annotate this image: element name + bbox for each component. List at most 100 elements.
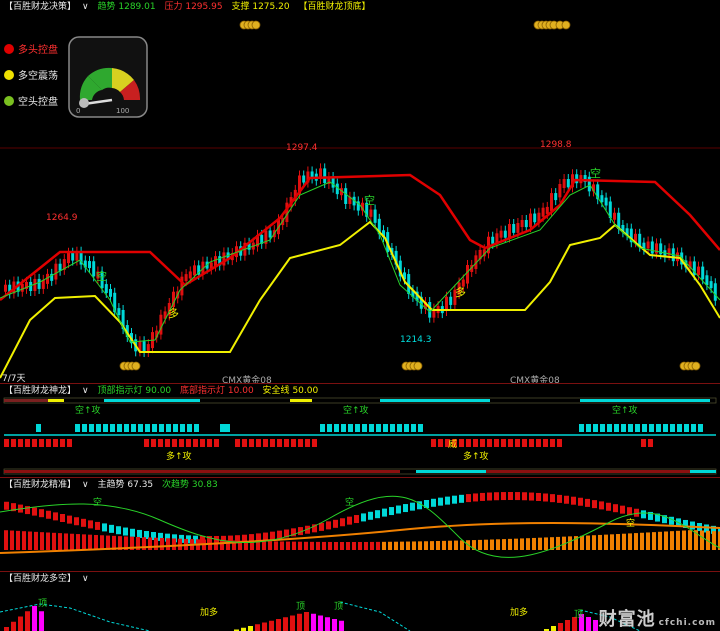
dk-bar <box>25 611 30 631</box>
trend-block <box>522 492 527 501</box>
volume-bar <box>340 541 344 550</box>
candle-body <box>503 230 507 238</box>
candle-body <box>491 236 495 244</box>
cyan-block <box>145 424 150 432</box>
price-label-high1: 1264.9 <box>46 213 78 223</box>
cyan-block <box>159 424 164 432</box>
volume-bar <box>712 531 716 550</box>
price-chart[interactable] <box>0 0 720 383</box>
jz-marker-3: 空 <box>626 519 636 529</box>
cyan-block <box>586 424 591 432</box>
red-block <box>18 439 23 447</box>
volume-bar <box>370 541 374 550</box>
red-block <box>270 439 275 447</box>
trend-block <box>270 531 275 540</box>
candle-body <box>20 283 24 292</box>
cyan-block <box>642 424 647 432</box>
trend-block <box>74 517 79 526</box>
candle-body <box>533 213 537 223</box>
trend-block <box>508 492 513 501</box>
trend-block <box>46 510 51 519</box>
cyan-block <box>684 424 689 432</box>
volume-bar <box>406 541 410 550</box>
candle-body <box>184 274 188 282</box>
red-block <box>207 439 212 447</box>
dk-marker-4: 顶 <box>574 610 584 620</box>
volume-bar <box>430 541 434 550</box>
volume-bar <box>82 534 86 550</box>
red-block <box>487 439 492 447</box>
candle-body <box>109 288 112 297</box>
red-block <box>466 439 471 447</box>
trend-block <box>39 509 44 518</box>
cyan-block <box>397 424 402 432</box>
trend-block <box>81 518 86 527</box>
tag-add-long-1: 加多 <box>200 608 219 618</box>
jz-marker-2: 空 <box>345 498 355 508</box>
volume-bar <box>292 541 296 550</box>
price-label-high2: 1297.4 <box>286 143 318 153</box>
tag-short-attack-1: 空↑攻 <box>75 406 101 416</box>
red-block <box>641 439 646 447</box>
volume-bar <box>616 534 620 550</box>
cyan-block <box>593 424 598 432</box>
tag-wei: 威 <box>448 440 458 450</box>
candle-body <box>88 261 91 269</box>
trend-block <box>487 492 492 501</box>
volume-bar <box>628 533 632 550</box>
red-block <box>648 439 653 447</box>
candle-body <box>466 265 469 284</box>
volume-bar <box>622 533 626 550</box>
cyan-block <box>691 424 696 432</box>
red-block <box>4 439 9 447</box>
candle-body <box>142 341 146 352</box>
candle-body <box>545 206 549 214</box>
candle-body <box>575 174 579 184</box>
candle-body <box>520 219 524 228</box>
trend-block <box>445 496 450 505</box>
volume-bar <box>670 531 674 550</box>
top-strip <box>290 399 312 402</box>
tag-short-attack-2: 空↑攻 <box>343 406 369 416</box>
candle-body <box>159 314 163 335</box>
shenlong-chart[interactable] <box>0 384 720 477</box>
volume-bar <box>610 534 614 550</box>
trend-block <box>452 495 457 504</box>
volume-bar <box>352 541 356 550</box>
candle-body <box>104 284 108 293</box>
coin-icon <box>561 20 571 30</box>
trend-block <box>613 504 618 513</box>
dk-bar <box>318 615 323 631</box>
tag-long-attack-2: 多↑攻 <box>463 452 489 462</box>
candle-body <box>516 223 520 233</box>
volume-bar <box>364 541 368 550</box>
jingzhun-chart[interactable] <box>0 478 720 571</box>
trend-block <box>382 508 387 517</box>
cyan-block <box>677 424 682 432</box>
cyan-block <box>663 424 668 432</box>
red-block <box>312 439 317 447</box>
red-block <box>172 439 177 447</box>
candle-body <box>54 263 58 280</box>
volume-bar <box>10 530 14 550</box>
candle-body <box>117 308 121 316</box>
red-block <box>305 439 310 447</box>
volume-bar <box>310 541 314 550</box>
cyan-block <box>152 424 157 432</box>
trend-block <box>473 493 478 502</box>
cyan-block <box>614 424 619 432</box>
cyan-block <box>96 424 101 432</box>
red-block <box>284 439 289 447</box>
candle-body <box>713 283 717 301</box>
volume-bar <box>334 541 338 550</box>
cyan-block <box>320 424 325 432</box>
candle-body <box>554 193 558 201</box>
trend-block <box>515 492 520 501</box>
volume-bar <box>304 541 308 550</box>
trend-block <box>410 502 415 511</box>
cyan-block <box>369 424 374 432</box>
contract-label-2: CMX黄金08 <box>510 376 560 383</box>
red-block <box>277 439 282 447</box>
candle-body <box>188 271 192 279</box>
red-block <box>529 439 534 447</box>
